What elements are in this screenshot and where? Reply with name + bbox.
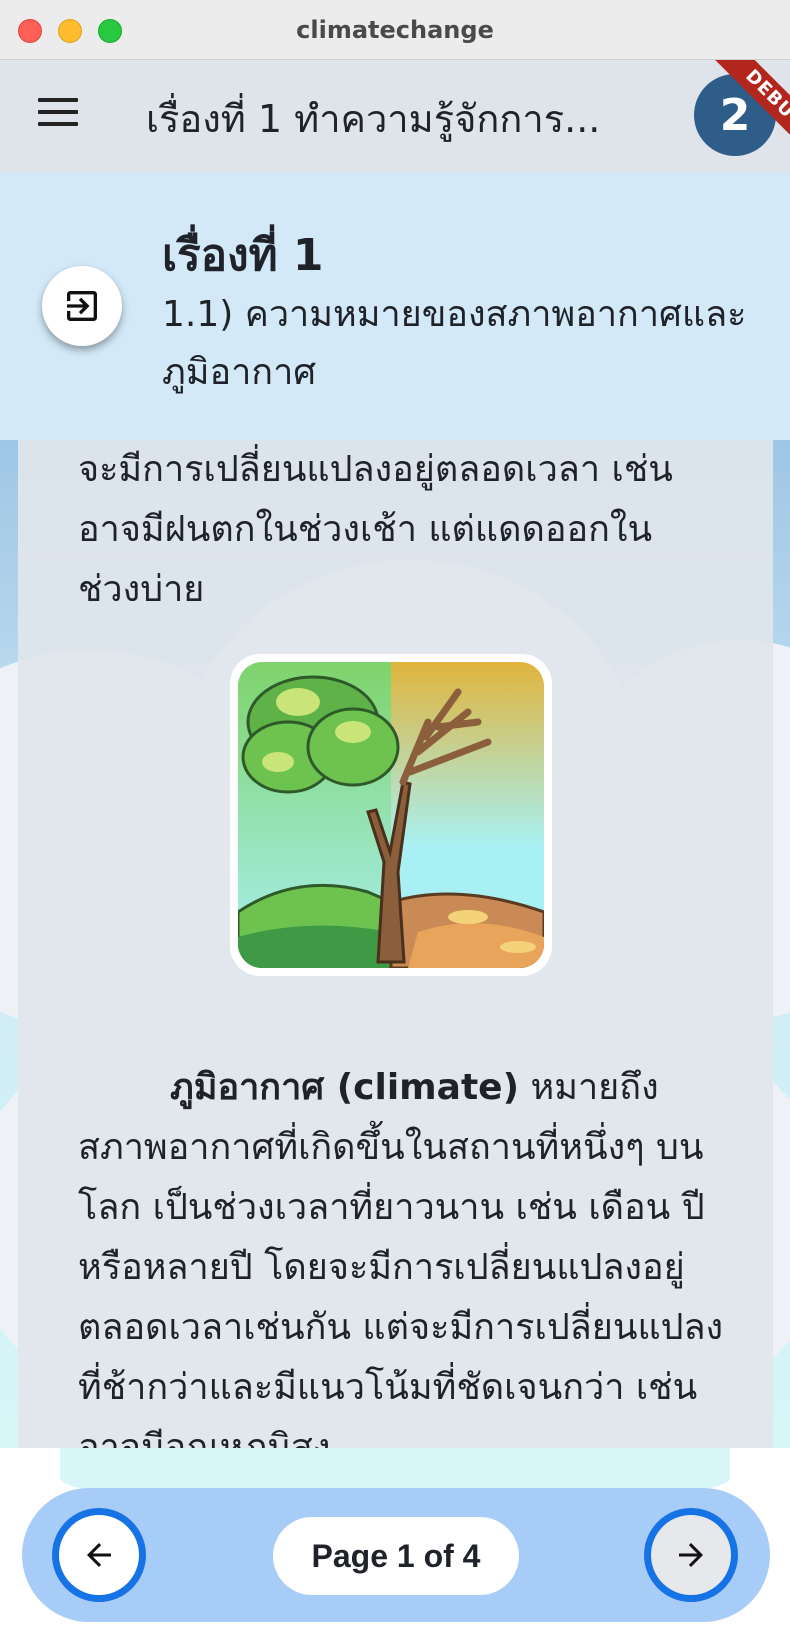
lesson-subtitle: 1.1) ความหมายของสภาพอากาศและภูมิอากาศ — [162, 294, 747, 393]
climate-term: ภูมิอากาศ (climate) — [170, 1067, 520, 1108]
next-page-button[interactable] — [644, 1508, 738, 1602]
debug-banner: DEBUG — [690, 60, 790, 160]
close-window-button[interactable] — [18, 19, 42, 43]
app-bar: เรื่องที่ 1 ทำความรู้จักการ... 2 — [0, 60, 790, 172]
window-title: climatechange — [296, 15, 494, 44]
arrow-left-icon — [87, 1543, 111, 1567]
exit-button[interactable] — [42, 266, 122, 346]
previous-page-button[interactable] — [52, 1508, 146, 1602]
lesson-header: เรื่องที่ 1 1.1) ความหมายของสภาพอากาศและ… — [0, 172, 790, 440]
content-paragraph-2: ภูมิอากาศ (climate) หมายถึงสภาพอากาศที่เ… — [78, 1058, 738, 1448]
window-titlebar: climatechange — [0, 0, 790, 60]
debug-banner-label: DEBUG — [712, 60, 790, 160]
lesson-content[interactable]: จะมีการเปลี่ยนแปลงอยู่ตลอดเวลา เช่น อาจม… — [18, 440, 773, 1448]
tree-illustration — [230, 654, 552, 976]
maximize-window-button[interactable] — [98, 19, 122, 43]
app-bar-title: เรื่องที่ 1 ทำความรู้จักการ... — [146, 97, 601, 141]
lesson-title: เรื่องที่ 1 — [162, 230, 324, 281]
climate-definition: หมายถึงสภาพอากาศที่เกิดขึ้นในสถานที่หนึ่… — [78, 1067, 724, 1448]
menu-icon[interactable] — [38, 98, 78, 130]
minimize-window-button[interactable] — [58, 19, 82, 43]
arrow-right-icon — [679, 1543, 703, 1567]
exit-icon — [67, 291, 97, 321]
content-paragraph-1: จะมีการเปลี่ยนแปลงอยู่ตลอดเวลา เช่น อาจม… — [78, 449, 673, 610]
tree-climate-image — [238, 662, 544, 968]
page-indicator: Page 1 of 4 — [273, 1517, 519, 1595]
